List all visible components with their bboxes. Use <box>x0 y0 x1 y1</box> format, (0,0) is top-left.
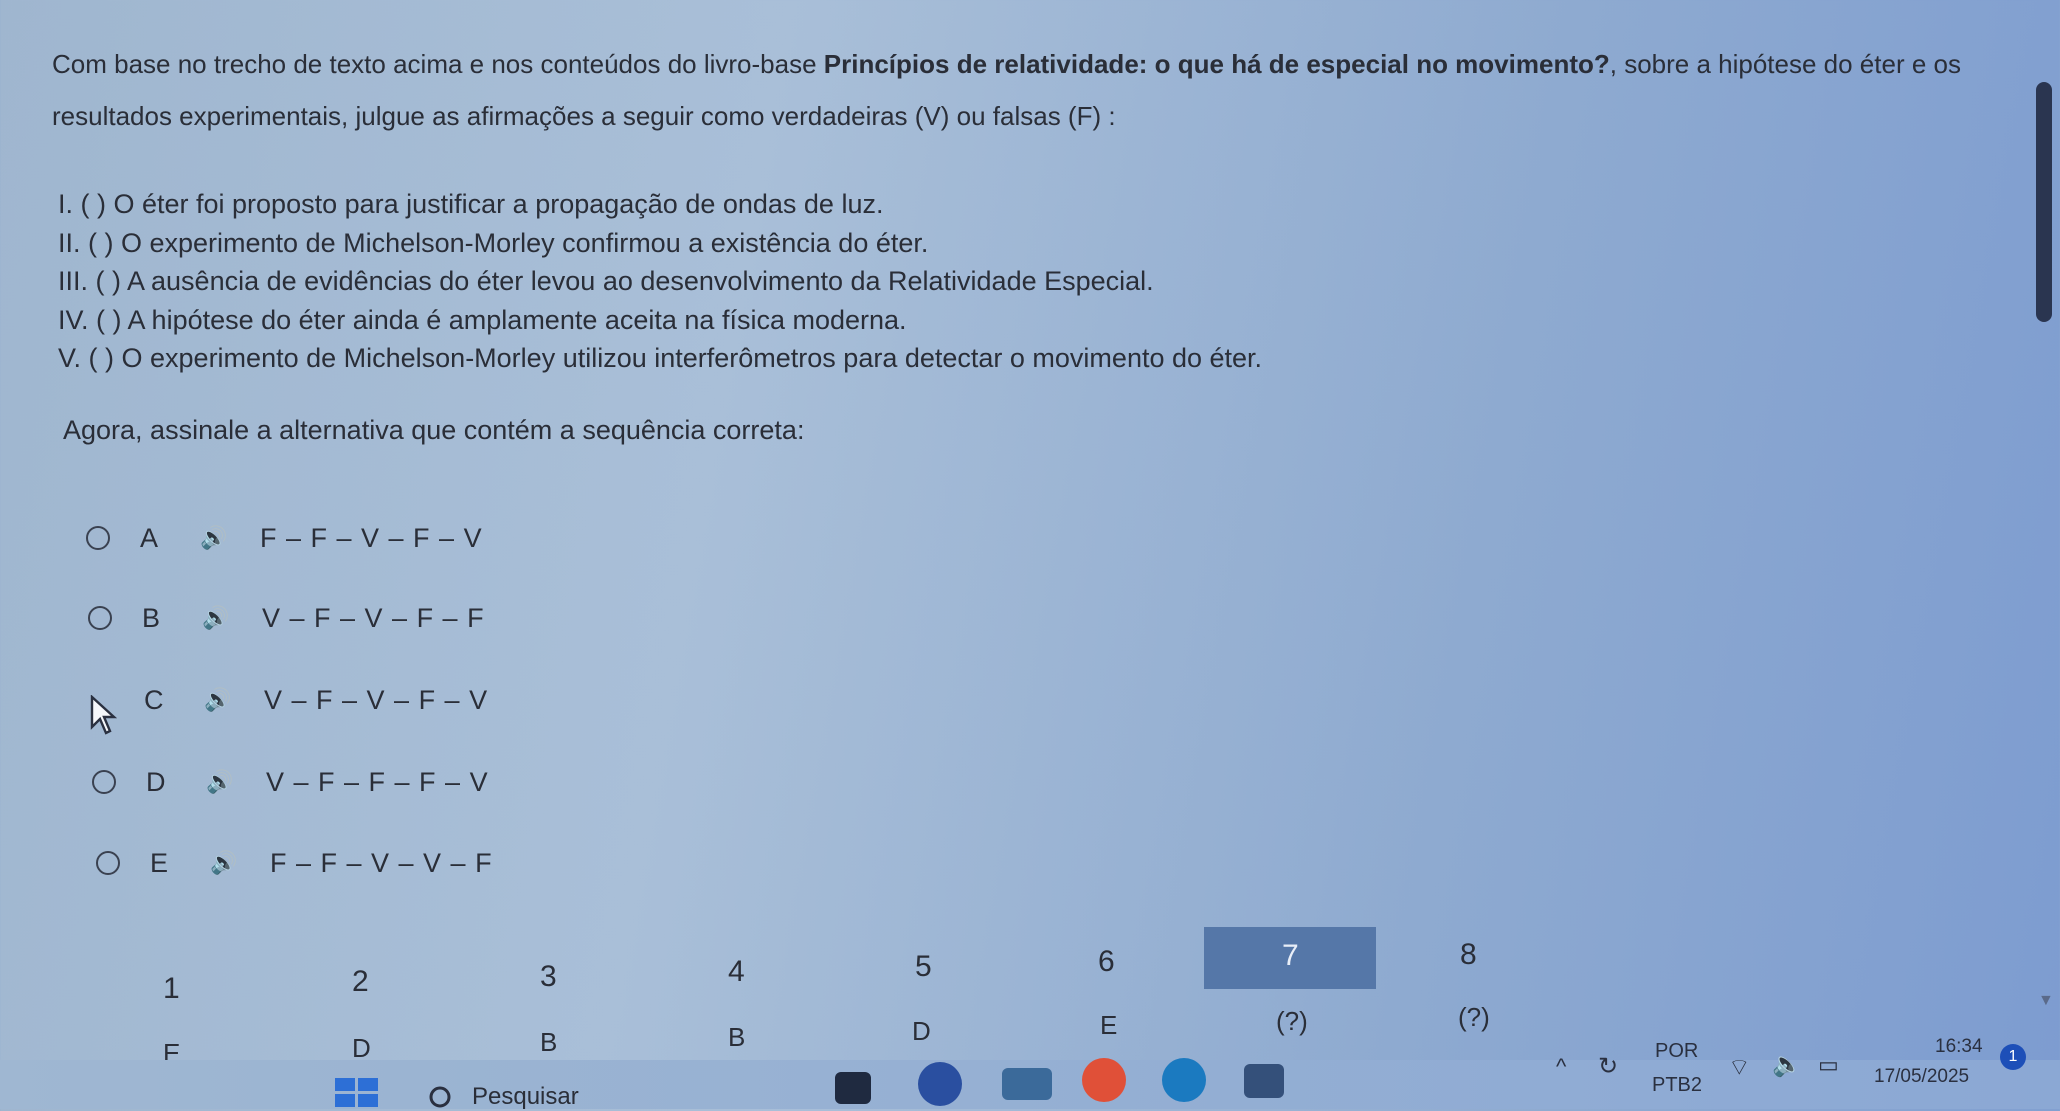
question-tab-8[interactable]: 8 <box>1460 938 1477 972</box>
clock-date[interactable]: 17/05/2025 <box>1874 1066 1969 1088</box>
option-e[interactable]: E 🔊 F – F – V – V – F <box>96 843 493 883</box>
option-letter: C <box>144 684 164 715</box>
clock-time[interactable]: 16:34 <box>1935 1036 1983 1058</box>
speaker-icon[interactable]: 🔊 <box>200 525 240 551</box>
statements-list: I. ( ) O éter foi proposto para justific… <box>58 185 1262 378</box>
store-icon[interactable] <box>1244 1064 1284 1098</box>
option-sequence: V – F – V – F – V <box>264 684 489 715</box>
chevron-up-icon[interactable]: ^ <box>1556 1054 1566 1080</box>
radio-button[interactable] <box>88 606 112 630</box>
radio-button[interactable] <box>86 526 110 550</box>
question-answer-7: (?) <box>1276 1006 1308 1036</box>
speaker-icon[interactable]: 🔊 <box>206 769 246 795</box>
option-letter: E <box>150 847 169 878</box>
option-a[interactable]: A 🔊 F – F – V – F – V <box>86 518 483 558</box>
search-icon[interactable] <box>428 1085 454 1111</box>
radio-button[interactable] <box>96 851 120 875</box>
chrome-icon[interactable] <box>1082 1058 1126 1102</box>
option-c[interactable]: C 🔊 V – F – V – F – V <box>90 680 488 720</box>
windows-start-icon[interactable] <box>335 1078 379 1108</box>
option-sequence: V – F – V – F – F <box>262 602 485 633</box>
question-tab-1[interactable]: 1 <box>163 972 180 1006</box>
scrollbar-thumb[interactable] <box>2036 82 2052 322</box>
speaker-icon[interactable]: 🔊 <box>210 850 250 876</box>
option-letter: D <box>146 766 166 797</box>
file-explorer-icon[interactable] <box>1002 1068 1052 1100</box>
keyboard-layout[interactable]: PTB2 <box>1652 1074 1702 1097</box>
question-tab-6[interactable]: 6 <box>1098 945 1115 979</box>
option-letter: B <box>142 602 161 633</box>
question-tab-3[interactable]: 3 <box>540 960 557 994</box>
question-answer-4: B <box>728 1022 746 1052</box>
question-tab-2[interactable]: 2 <box>352 965 369 999</box>
wifi-icon[interactable]: ⌔ <box>1728 1052 1751 1082</box>
question-number: 7 <box>1282 939 1299 972</box>
radio-button[interactable] <box>92 770 116 794</box>
statement-4: IV. ( ) A hipótese do éter ainda é ampla… <box>58 304 907 335</box>
search-label[interactable]: Pesquisar <box>472 1083 579 1111</box>
question-answer-5: D <box>912 1016 931 1046</box>
speaker-icon[interactable]: 🔊 <box>204 687 244 713</box>
statement-3: III. ( ) A ausência de evidências do éte… <box>58 266 1154 296</box>
speaker-icon[interactable]: 🔊 <box>202 605 242 631</box>
sync-icon[interactable]: ↻ <box>1598 1052 1618 1081</box>
option-sequence: F – F – V – V – F <box>270 847 493 878</box>
statement-1: I. ( ) O éter foi proposto para justific… <box>58 189 884 219</box>
edge-icon[interactable] <box>1162 1058 1206 1102</box>
option-sequence: V – F – F – F – V <box>266 766 489 797</box>
question-answer-8: (?) <box>1458 1002 1490 1032</box>
question-prompt: Agora, assinale a alternativa que contém… <box>63 415 805 445</box>
task-view-icon[interactable] <box>835 1072 871 1104</box>
mouse-cursor-icon <box>90 695 118 735</box>
option-letter: A <box>140 522 159 553</box>
question-answer-6: E <box>1100 1010 1118 1040</box>
question-intro: Com base no trecho de texto acima e nos … <box>52 49 1961 131</box>
question-tab-5[interactable]: 5 <box>915 950 932 984</box>
language-code[interactable]: POR <box>1655 1040 1698 1063</box>
question-tab-4[interactable]: 4 <box>728 955 745 989</box>
question-tab-active[interactable]: 7 <box>1204 927 1376 989</box>
statement-2: II. ( ) O experimento de Michelson-Morle… <box>58 227 929 258</box>
option-d[interactable]: D 🔊 V – F – F – F – V <box>92 762 489 802</box>
statement-5: V. ( ) O experimento de Michelson-Morley… <box>58 343 1263 373</box>
notification-badge[interactable]: 1 <box>2000 1044 2026 1070</box>
volume-icon[interactable]: 🔈 <box>1772 1050 1802 1079</box>
option-b[interactable]: B 🔊 V – F – V – F – F <box>88 598 485 638</box>
scroll-down-arrow-icon[interactable]: ▼ <box>2038 992 2054 1010</box>
battery-icon[interactable]: ▭ <box>1818 1052 1839 1078</box>
book-title: Princípios de relatividade: o que há de … <box>823 49 1610 79</box>
option-sequence: F – F – V – F – V <box>260 522 483 553</box>
chat-icon[interactable] <box>918 1062 962 1106</box>
question-answer-3: B <box>540 1027 558 1057</box>
